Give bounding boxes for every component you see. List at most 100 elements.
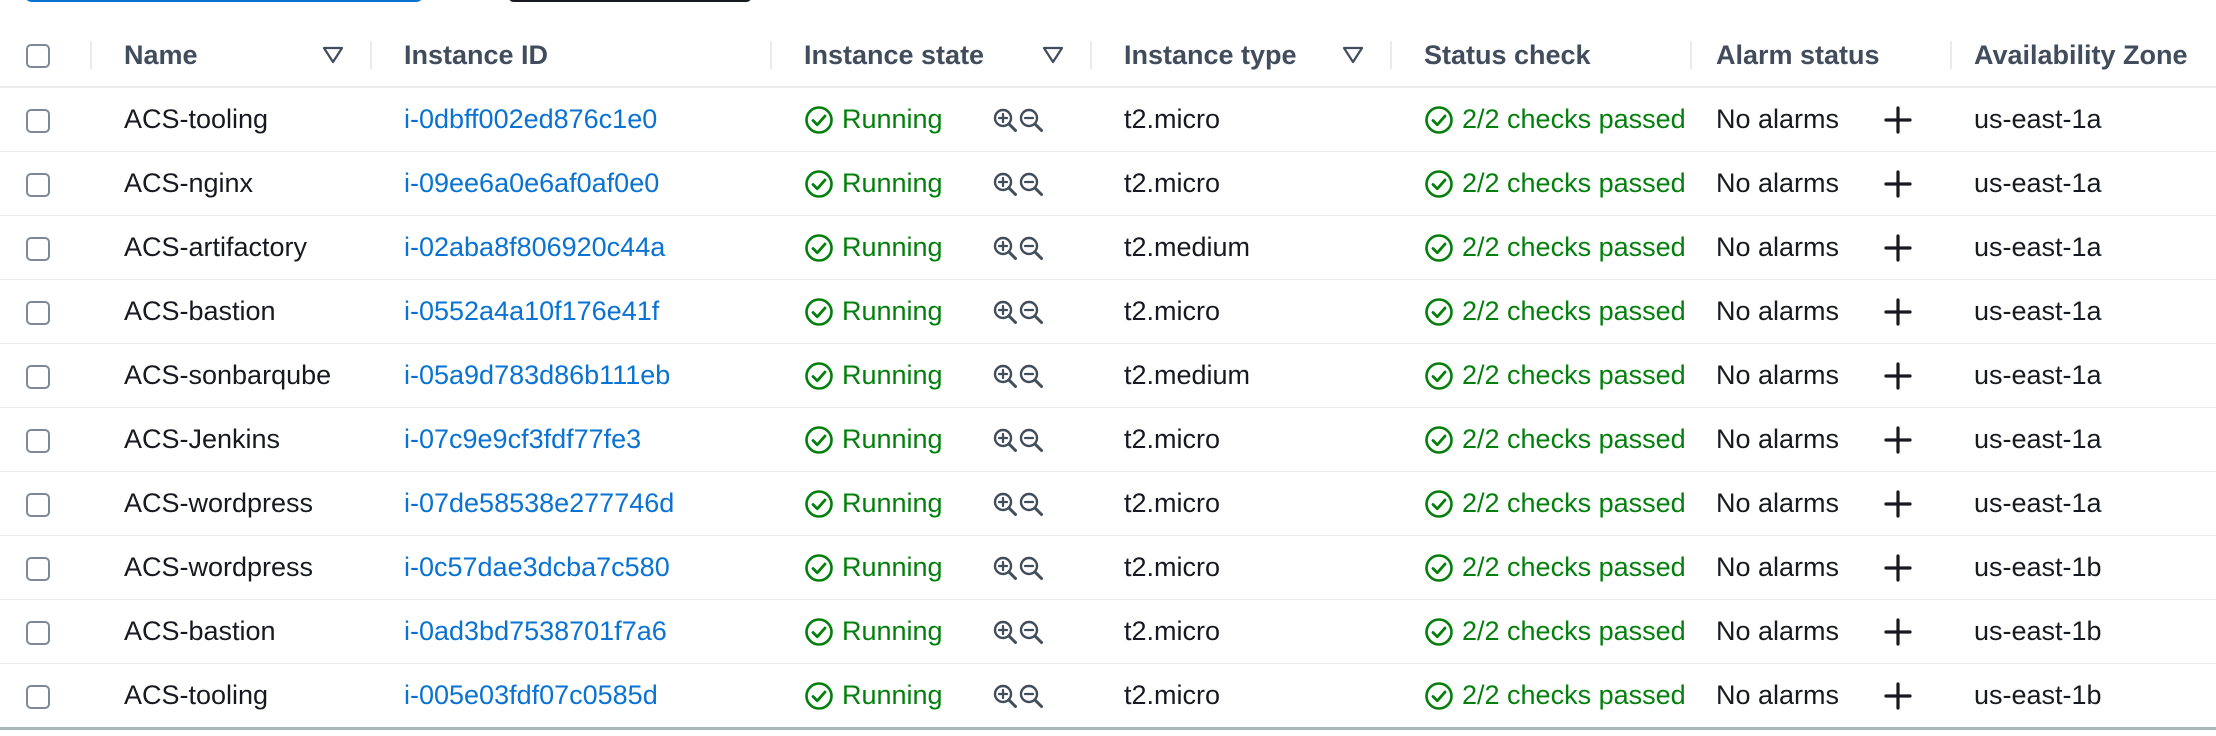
table-row[interactable]: ACS-wordpress i-07de58538e277746d Runnin… bbox=[0, 471, 2216, 536]
instance-id-link[interactable]: i-0c57dae3dcba7c580 bbox=[404, 552, 670, 582]
check-circle-icon bbox=[1425, 489, 1453, 518]
select-all-header bbox=[0, 24, 92, 88]
status-check-link[interactable]: 2/2 checks passed bbox=[1462, 424, 1686, 455]
zoom-in-icon[interactable] bbox=[992, 427, 1018, 453]
plus-icon[interactable] bbox=[1884, 617, 1912, 646]
instance-id-link[interactable]: i-05a9d783d86b111eb bbox=[404, 360, 670, 390]
zoom-out-icon[interactable] bbox=[1018, 491, 1044, 517]
instance-id-link[interactable]: i-005e03fdf07c0585d bbox=[404, 680, 658, 710]
plus-icon[interactable] bbox=[1884, 425, 1912, 454]
search-input[interactable] bbox=[24, 0, 424, 2]
plus-icon[interactable] bbox=[1884, 489, 1912, 518]
column-header-instance-id[interactable]: Instance ID bbox=[372, 24, 772, 88]
instance-id-link[interactable]: i-0552a4a10f176e41f bbox=[404, 296, 659, 326]
zoom-out-icon[interactable] bbox=[1018, 363, 1044, 389]
column-header-instance-type[interactable]: Instance type bbox=[1092, 24, 1392, 88]
filter-triangle-icon[interactable] bbox=[322, 45, 344, 65]
pagination-control[interactable] bbox=[508, 0, 752, 2]
instance-type: t2.micro bbox=[1124, 296, 1221, 326]
table-row[interactable]: ACS-Jenkins i-07c9e9cf3fdf77fe3 Running … bbox=[0, 407, 2216, 472]
zoom-in-icon[interactable] bbox=[992, 107, 1018, 133]
check-circle-icon bbox=[1425, 681, 1453, 710]
row-checkbox[interactable] bbox=[26, 492, 50, 517]
instance-id-link[interactable]: i-07de58538e277746d bbox=[404, 488, 674, 518]
instance-type-cell: t2.micro bbox=[1092, 663, 1392, 730]
instance-type-cell: t2.micro bbox=[1092, 471, 1392, 536]
status-check-link[interactable]: 2/2 checks passed bbox=[1462, 232, 1686, 263]
column-header-instance-state[interactable]: Instance state bbox=[772, 24, 1092, 88]
table-row[interactable]: ACS-nginx i-09ee6a0e6af0af0e0 Running t2… bbox=[0, 151, 2216, 216]
table-row[interactable]: ACS-tooling i-0dbff002ed876c1e0 Running … bbox=[0, 87, 2216, 152]
row-checkbox[interactable] bbox=[26, 172, 50, 197]
status-check-link[interactable]: 2/2 checks passed bbox=[1462, 296, 1686, 327]
table-row[interactable]: ACS-bastion i-0ad3bd7538701f7a6 Running … bbox=[0, 599, 2216, 664]
zoom-in-icon[interactable] bbox=[992, 299, 1018, 325]
instance-state-cell: Running bbox=[772, 407, 1092, 472]
column-header-name[interactable]: Name bbox=[92, 24, 372, 88]
zoom-out-icon[interactable] bbox=[1018, 427, 1044, 453]
row-checkbox[interactable] bbox=[26, 236, 50, 261]
plus-icon[interactable] bbox=[1884, 169, 1912, 198]
instance-id-link[interactable]: i-0ad3bd7538701f7a6 bbox=[404, 616, 667, 646]
filter-triangle-icon[interactable] bbox=[1042, 45, 1064, 65]
status-check-link[interactable]: 2/2 checks passed bbox=[1462, 104, 1686, 135]
alarm-status-cell: No alarms bbox=[1692, 535, 1952, 600]
instance-state-cell: Running bbox=[772, 279, 1092, 344]
zoom-in-icon[interactable] bbox=[992, 619, 1018, 645]
check-circle-icon bbox=[805, 617, 833, 646]
row-checkbox[interactable] bbox=[26, 364, 50, 389]
zoom-out-icon[interactable] bbox=[1018, 235, 1044, 261]
select-all-checkbox[interactable] bbox=[26, 44, 50, 69]
status-check-link[interactable]: 2/2 checks passed bbox=[1462, 616, 1686, 647]
zoom-in-icon[interactable] bbox=[992, 171, 1018, 197]
status-check-link[interactable]: 2/2 checks passed bbox=[1462, 360, 1686, 391]
zoom-in-icon[interactable] bbox=[992, 235, 1018, 261]
table-row[interactable]: ACS-bastion i-0552a4a10f176e41f Running … bbox=[0, 279, 2216, 344]
plus-icon[interactable] bbox=[1884, 233, 1912, 262]
zoom-out-icon[interactable] bbox=[1018, 299, 1044, 325]
zoom-out-icon[interactable] bbox=[1018, 107, 1044, 133]
instance-id-link[interactable]: i-02aba8f806920c44a bbox=[404, 232, 665, 262]
zoom-out-icon[interactable] bbox=[1018, 683, 1044, 709]
row-checkbox[interactable] bbox=[26, 300, 50, 325]
zoom-out-icon[interactable] bbox=[1018, 171, 1044, 197]
plus-icon[interactable] bbox=[1884, 361, 1912, 390]
row-checkbox[interactable] bbox=[26, 428, 50, 453]
instance-id-cell: i-07de58538e277746d bbox=[372, 471, 772, 536]
instance-id-link[interactable]: i-09ee6a0e6af0af0e0 bbox=[404, 168, 659, 198]
status-check-link[interactable]: 2/2 checks passed bbox=[1462, 680, 1686, 711]
zoom-in-icon[interactable] bbox=[992, 555, 1018, 581]
row-checkbox[interactable] bbox=[26, 556, 50, 581]
row-checkbox[interactable] bbox=[26, 684, 50, 709]
table-row[interactable]: ACS-sonbarqube i-05a9d783d86b111eb Runni… bbox=[0, 343, 2216, 408]
plus-icon[interactable] bbox=[1884, 681, 1912, 710]
column-header-status-check[interactable]: Status check bbox=[1392, 24, 1692, 88]
instance-id-link[interactable]: i-0dbff002ed876c1e0 bbox=[404, 104, 657, 134]
row-checkbox[interactable] bbox=[26, 620, 50, 645]
check-circle-icon bbox=[1425, 105, 1453, 134]
check-circle-icon bbox=[805, 233, 833, 262]
check-circle-icon bbox=[1425, 169, 1453, 198]
instance-id-link[interactable]: i-07c9e9cf3fdf77fe3 bbox=[404, 424, 641, 454]
status-check-cell: 2/2 checks passed bbox=[1392, 343, 1692, 408]
plus-icon[interactable] bbox=[1884, 553, 1912, 582]
column-header-availability-zone[interactable]: Availability Zone bbox=[1952, 24, 2216, 88]
table-row[interactable]: ACS-tooling i-005e03fdf07c0585d Running … bbox=[0, 663, 2216, 730]
check-circle-icon bbox=[805, 361, 833, 390]
zoom-in-icon[interactable] bbox=[992, 363, 1018, 389]
status-check-link[interactable]: 2/2 checks passed bbox=[1462, 552, 1686, 583]
plus-icon[interactable] bbox=[1884, 105, 1912, 134]
status-check-link[interactable]: 2/2 checks passed bbox=[1462, 168, 1686, 199]
table-row[interactable]: ACS-wordpress i-0c57dae3dcba7c580 Runnin… bbox=[0, 535, 2216, 600]
alarm-status-label: No alarms bbox=[1716, 680, 1840, 710]
zoom-in-icon[interactable] bbox=[992, 491, 1018, 517]
table-row[interactable]: ACS-artifactory i-02aba8f806920c44a Runn… bbox=[0, 215, 2216, 280]
plus-icon[interactable] bbox=[1884, 297, 1912, 326]
status-check-link[interactable]: 2/2 checks passed bbox=[1462, 488, 1686, 519]
filter-triangle-icon[interactable] bbox=[1342, 45, 1364, 65]
zoom-out-icon[interactable] bbox=[1018, 555, 1044, 581]
zoom-out-icon[interactable] bbox=[1018, 619, 1044, 645]
row-checkbox[interactable] bbox=[26, 108, 50, 133]
zoom-in-icon[interactable] bbox=[992, 683, 1018, 709]
column-header-alarm-status[interactable]: Alarm status bbox=[1692, 24, 1952, 88]
